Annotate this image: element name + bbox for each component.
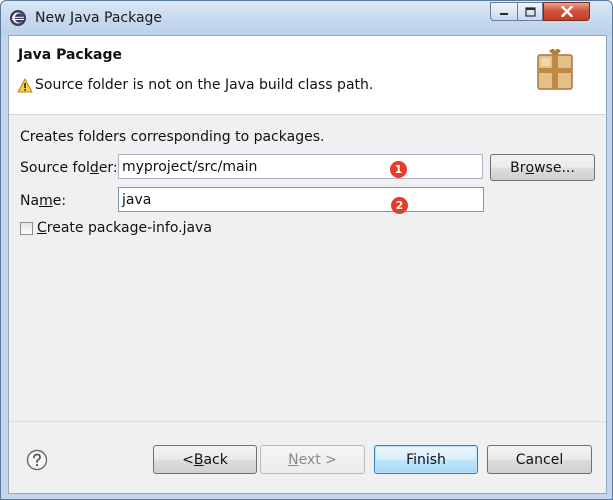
finish-button[interactable]: Finish <box>374 445 478 474</box>
create-package-info-label[interactable]: Create package-info.java <box>37 220 212 236</box>
warning-message: Source folder is not on the Java build c… <box>35 77 374 93</box>
maximize-icon <box>518 3 542 20</box>
close-icon <box>544 3 589 20</box>
minimize-button[interactable] <box>490 2 517 21</box>
help-icon[interactable] <box>26 449 48 471</box>
create-package-info-checkbox[interactable] <box>20 222 33 235</box>
description-text: Creates folders corresponding to package… <box>20 129 325 145</box>
name-label: Name: <box>20 193 67 209</box>
annotation-badge-1: 1 <box>390 161 407 178</box>
browse-button[interactable]: Br o wse... <box>490 154 595 181</box>
warning-icon <box>17 78 33 93</box>
close-button[interactable] <box>543 2 590 21</box>
source-folder-input[interactable]: myproject/src/main <box>118 154 483 179</box>
page-title: Java Package <box>18 47 123 63</box>
dialog-window: New Java Package Java Package Source fol… <box>0 0 613 500</box>
cancel-button[interactable]: Cancel <box>487 445 592 474</box>
minimize-icon <box>491 3 517 20</box>
window-title: New Java Package <box>35 10 163 26</box>
source-folder-label: Source folder: <box>20 160 118 176</box>
footer-divider <box>9 421 606 422</box>
title-bar[interactable]: New Java Package <box>1 1 612 35</box>
next-button[interactable]: Next > <box>260 445 365 474</box>
dialog-body: Java Package Source folder is not on the… <box>8 35 607 494</box>
annotation-badge-2: 2 <box>391 197 408 214</box>
eclipse-icon <box>10 10 26 26</box>
wizard-header: Java Package Source folder is not on the… <box>9 36 606 115</box>
maximize-button[interactable] <box>517 2 543 21</box>
package-icon <box>537 48 573 90</box>
back-button[interactable]: < Back <box>153 445 257 474</box>
package-name-input[interactable]: java <box>118 187 484 212</box>
